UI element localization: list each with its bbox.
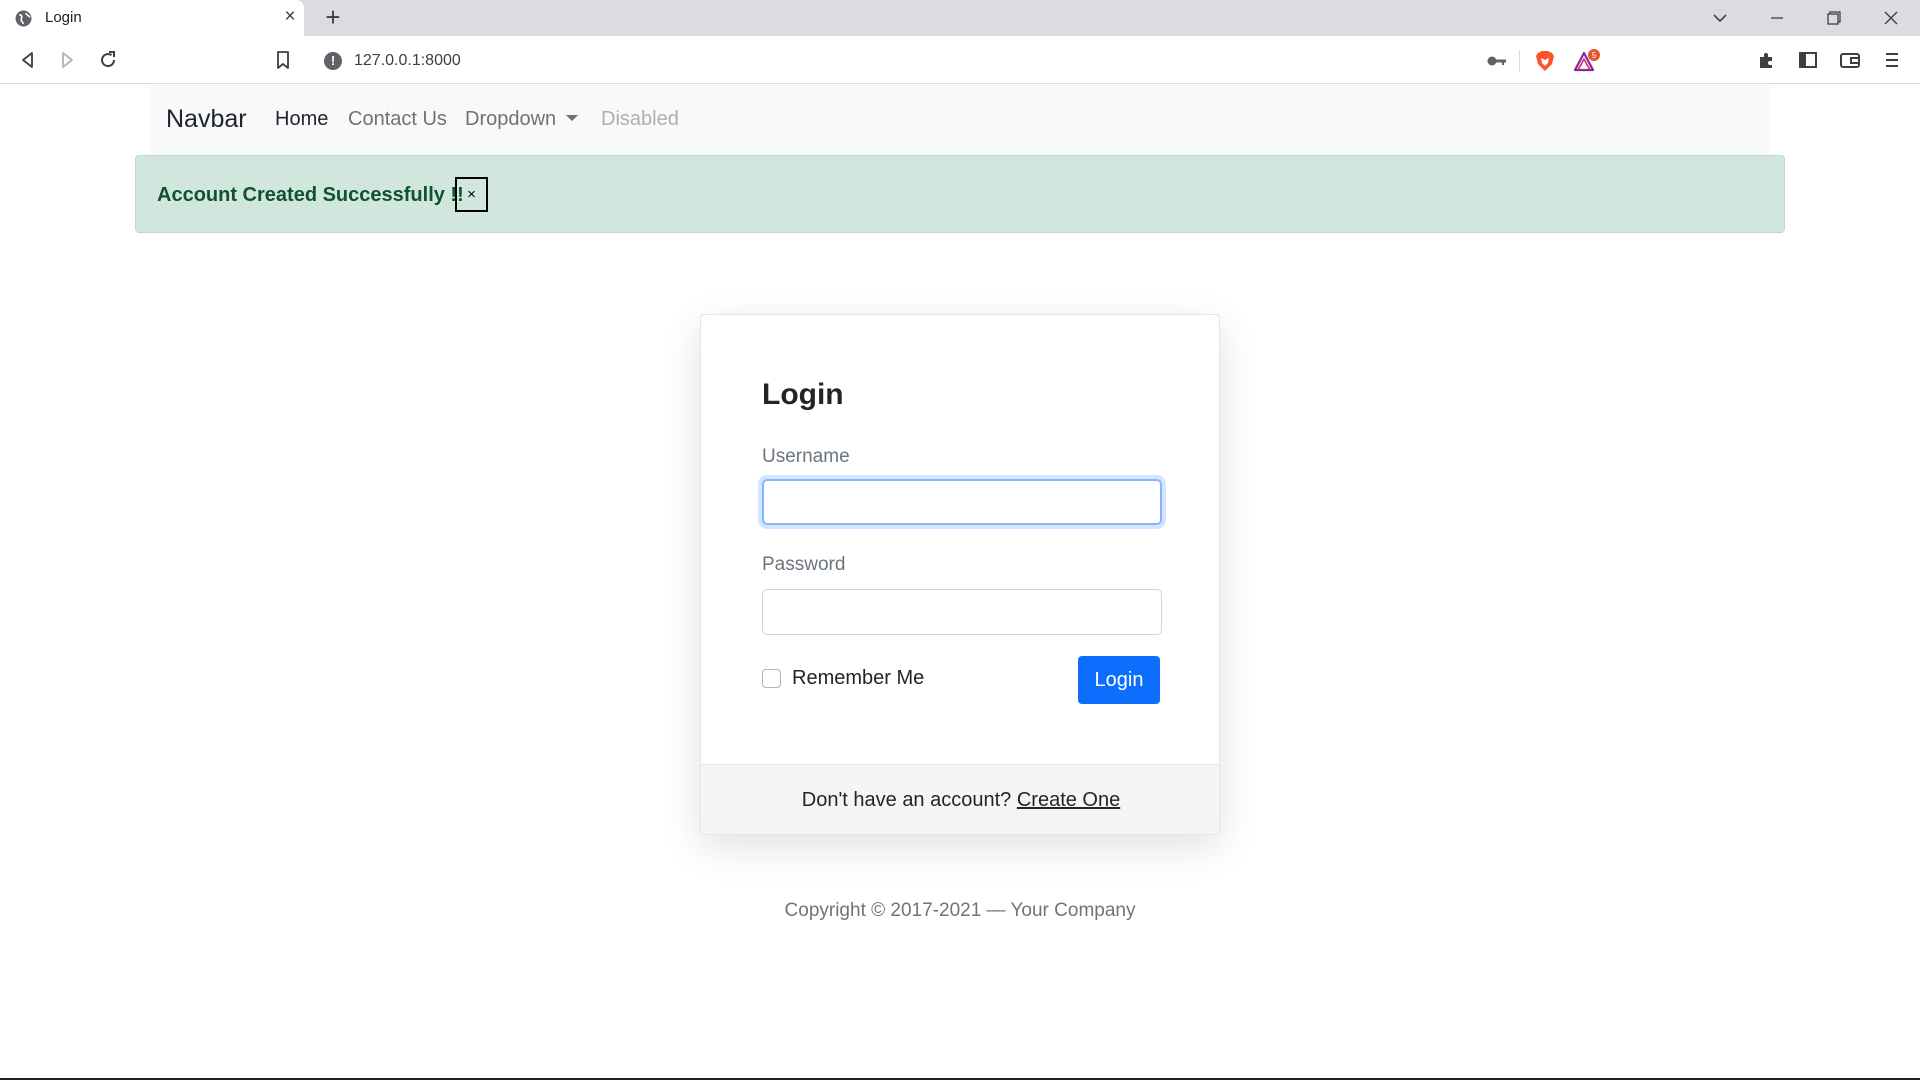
minimize-icon[interactable] xyxy=(1762,6,1792,30)
password-input[interactable] xyxy=(762,589,1162,635)
username-input[interactable] xyxy=(762,479,1162,525)
rewards-badge: 5 xyxy=(1592,51,1597,60)
browser-tab[interactable]: Login × xyxy=(0,0,304,36)
url-text[interactable]: 127.0.0.1:8000 xyxy=(354,52,461,70)
signup-prompt-text: Don't have an account? xyxy=(801,789,1017,811)
browser-toolbar: ! 127.0.0.1:8000 5 xyxy=(0,36,1920,84)
card-footer: Don't have an account? Create One xyxy=(701,764,1219,834)
success-alert: Account Created Successfully !! × xyxy=(135,155,1785,233)
restore-icon[interactable] xyxy=(1818,6,1848,30)
forward-icon[interactable] xyxy=(55,48,79,72)
copyright-text: Copyright © 2017-2021 — Your Company xyxy=(784,900,1136,921)
nav-link-home[interactable]: Home xyxy=(275,108,328,131)
login-card: Login Username Password Remember Me Logi… xyxy=(700,314,1220,835)
site-navbar: Navbar Home Contact Us Dropdown Disabled xyxy=(150,85,1770,155)
sidebar-icon[interactable] xyxy=(1796,48,1820,72)
remember-me-label[interactable]: Remember Me xyxy=(792,667,924,690)
password-label: Password xyxy=(762,554,846,575)
caret-down-icon xyxy=(566,114,579,121)
nav-link-contact-us[interactable]: Contact Us xyxy=(348,108,447,131)
alert-message: Account Created Successfully !! xyxy=(157,184,464,206)
tab-close-icon[interactable]: × xyxy=(280,7,300,27)
alert-close-button[interactable]: × xyxy=(455,177,488,212)
new-tab-button[interactable]: + xyxy=(320,4,346,31)
login-button[interactable]: Login xyxy=(1078,656,1160,704)
tab-title: Login xyxy=(45,9,82,26)
extensions-icon[interactable] xyxy=(1755,48,1779,72)
browser-tabstrip: Login × + xyxy=(0,0,1920,36)
omnibox-separator xyxy=(1519,50,1520,72)
key-icon[interactable] xyxy=(1486,53,1508,69)
navbar-brand[interactable]: Navbar xyxy=(166,105,247,134)
brave-rewards-icon[interactable]: 5 xyxy=(1572,49,1600,73)
back-icon[interactable] xyxy=(16,48,40,72)
bookmark-icon[interactable] xyxy=(271,48,295,72)
create-account-link[interactable]: Create One xyxy=(1017,789,1120,811)
address-bar[interactable]: ! 127.0.0.1:8000 5 xyxy=(312,44,1606,78)
tab-search-chevron-icon[interactable] xyxy=(1705,6,1735,30)
wallet-icon[interactable] xyxy=(1838,48,1862,72)
nav-dropdown-label: Dropdown xyxy=(465,108,557,130)
signup-prompt: Don't have an account? Create One xyxy=(701,789,1219,812)
remember-me-checkbox[interactable] xyxy=(762,669,781,688)
login-title: Login xyxy=(762,378,844,411)
site-info-icon[interactable]: ! xyxy=(324,52,342,70)
globe-icon xyxy=(15,10,32,27)
brave-shields-icon[interactable] xyxy=(1534,50,1556,72)
nav-link-disabled: Disabled xyxy=(601,108,679,130)
nav-dropdown[interactable]: Dropdown xyxy=(465,108,579,131)
username-label: Username xyxy=(762,446,850,467)
reload-icon[interactable] xyxy=(96,48,120,72)
menu-icon[interactable] xyxy=(1880,48,1904,72)
close-window-icon[interactable] xyxy=(1876,6,1906,30)
